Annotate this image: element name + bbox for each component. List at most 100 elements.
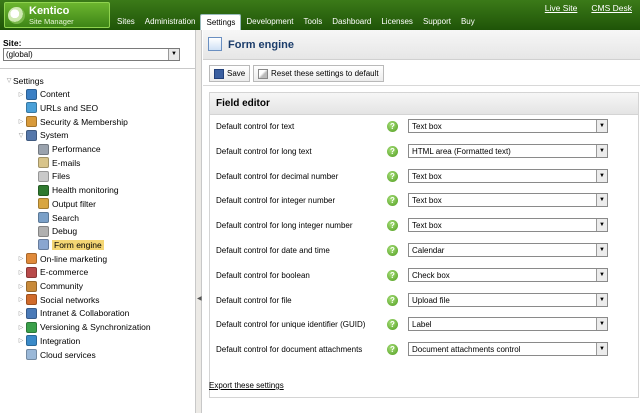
expand-toggle-icon[interactable]: ▷ bbox=[17, 283, 25, 290]
control-select[interactable]: HTML area (Formatted text) ▼ bbox=[408, 143, 608, 158]
nav-tab-sites[interactable]: Sites bbox=[112, 14, 140, 30]
tree-item-urls-and-seo[interactable]: URLs and SEO bbox=[17, 101, 98, 114]
nav-tab-licenses[interactable]: Licenses bbox=[376, 14, 418, 30]
expand-toggle-icon[interactable]: ▷ bbox=[17, 269, 25, 276]
tree-item-security-membership[interactable]: ▷ Security & Membership bbox=[17, 115, 128, 128]
chevron-down-icon[interactable]: ▼ bbox=[596, 194, 607, 207]
export-settings-link[interactable]: Export these settings bbox=[209, 381, 284, 390]
file-icon bbox=[38, 170, 49, 182]
cms-desk-link[interactable]: CMS Desk bbox=[591, 3, 632, 13]
panel-splitter[interactable]: ◀ bbox=[196, 30, 202, 413]
expand-toggle-icon[interactable]: ▷ bbox=[17, 324, 25, 331]
chevron-down-icon[interactable]: ▼ bbox=[596, 318, 607, 331]
tree-item-community[interactable]: ▷ Community bbox=[17, 280, 83, 293]
tree-item-on-line-marketing[interactable]: ▷ On-line marketing bbox=[17, 252, 107, 265]
control-select[interactable]: Calendar ▼ bbox=[408, 243, 608, 257]
control-select[interactable]: Text box ▼ bbox=[408, 193, 608, 208]
tree-item-label: Output filter bbox=[52, 198, 96, 209]
expand-toggle-icon[interactable]: ▷ bbox=[17, 337, 25, 344]
chevron-down-icon[interactable]: ▼ bbox=[168, 49, 179, 60]
setting-row: Default control for date and time? Calend… bbox=[210, 241, 638, 263]
help-icon[interactable]: ? bbox=[387, 121, 398, 132]
setting-row: Default control for file? Upload file ▼ bbox=[210, 291, 638, 313]
nav-tab-dashboard[interactable]: Dashboard bbox=[327, 14, 376, 30]
tree-item-cloud-services[interactable]: Cloud services bbox=[17, 348, 96, 361]
help-icon[interactable]: ? bbox=[387, 269, 398, 281]
help-icon[interactable]: ? bbox=[387, 245, 398, 256]
nav-tab-tools[interactable]: Tools bbox=[299, 14, 328, 30]
nav-tab-settings[interactable]: Settings bbox=[200, 14, 242, 30]
site-selector[interactable]: (global) ▼ bbox=[3, 48, 180, 61]
tree-item-label: Integration bbox=[40, 335, 81, 346]
tree-item-files[interactable]: Files bbox=[29, 170, 70, 183]
tree-item-form-engine[interactable]: Form engine bbox=[29, 238, 104, 251]
setting-label: Default control for long integer number bbox=[216, 221, 353, 231]
help-icon[interactable]: ? bbox=[387, 220, 398, 232]
nav-tab-development[interactable]: Development bbox=[241, 14, 298, 30]
help-icon[interactable]: ? bbox=[387, 294, 398, 306]
reset-button[interactable]: Reset these settings to default bbox=[253, 65, 384, 82]
help-icon[interactable]: ? bbox=[387, 195, 398, 207]
tree-item-search[interactable]: Search bbox=[29, 211, 79, 224]
top-links: Live Site CMS Desk bbox=[545, 3, 632, 13]
envelope-icon bbox=[38, 157, 49, 169]
setting-row: Default control for decimal number? Text … bbox=[210, 167, 638, 189]
help-icon[interactable]: ? bbox=[387, 344, 398, 356]
nav-tab-support[interactable]: Support bbox=[418, 14, 456, 30]
tree-item-label: On-line marketing bbox=[40, 253, 108, 264]
tree-item-intranet-collaboration[interactable]: ▷ Intranet & Collaboration bbox=[17, 307, 129, 320]
tree-item-system[interactable]: ▽ System bbox=[17, 129, 68, 142]
chevron-down-icon[interactable]: ▼ bbox=[596, 343, 607, 356]
control-select[interactable]: Upload file ▼ bbox=[408, 292, 608, 307]
help-icon[interactable]: ? bbox=[387, 145, 398, 157]
tree-item-label: Community bbox=[40, 281, 83, 291]
expand-toggle-icon[interactable]: ▷ bbox=[17, 255, 25, 262]
panel-header: Field editor bbox=[210, 93, 638, 115]
expand-toggle-icon[interactable]: ▷ bbox=[17, 118, 25, 125]
control-select[interactable]: Text box ▼ bbox=[408, 218, 608, 233]
kentico-logo[interactable]: Kentico Site Manager bbox=[4, 2, 110, 28]
control-select[interactable]: Label ▼ bbox=[408, 317, 608, 332]
save-button[interactable]: Save bbox=[209, 65, 251, 82]
divider bbox=[0, 68, 195, 69]
chevron-down-icon[interactable]: ▼ bbox=[596, 268, 607, 281]
control-select[interactable]: Check box ▼ bbox=[408, 267, 608, 282]
tree-item-social-networks[interactable]: ▷ Social networks bbox=[17, 293, 100, 306]
tree-item-debug[interactable]: Debug bbox=[29, 225, 77, 238]
chevron-down-icon[interactable]: ▼ bbox=[596, 219, 607, 232]
tree-item-health-monitoring[interactable]: Health monitoring bbox=[29, 184, 119, 197]
control-select[interactable]: Text box ▼ bbox=[408, 119, 608, 133]
expand-toggle-icon[interactable]: ▷ bbox=[17, 91, 25, 98]
chevron-down-icon[interactable]: ▼ bbox=[596, 144, 607, 157]
search-icon bbox=[38, 212, 49, 223]
control-select-value: Text box bbox=[412, 196, 442, 206]
tree-item-label: Form engine bbox=[52, 239, 104, 250]
control-select[interactable]: Text box ▼ bbox=[408, 168, 608, 183]
nav-tab-buy[interactable]: Buy bbox=[456, 14, 480, 30]
expand-toggle-icon[interactable]: ▽ bbox=[17, 132, 25, 139]
chevron-down-icon[interactable]: ▼ bbox=[596, 244, 607, 256]
help-icon[interactable]: ? bbox=[387, 170, 398, 182]
expand-toggle-icon[interactable]: ▷ bbox=[17, 296, 25, 303]
tree-item-settings[interactable]: ▽ Settings bbox=[5, 74, 44, 87]
collapse-arrow-icon[interactable]: ◀ bbox=[197, 295, 202, 302]
live-site-link[interactable]: Live Site bbox=[545, 3, 578, 13]
help-icon[interactable]: ? bbox=[387, 319, 398, 331]
tree-item-e-commerce[interactable]: ▷ E-commerce bbox=[17, 266, 88, 279]
control-select[interactable]: Document attachments control ▼ bbox=[408, 342, 608, 357]
tree-item-label: E-mails bbox=[52, 157, 81, 168]
chevron-down-icon[interactable]: ▼ bbox=[596, 293, 607, 306]
nav-tab-administration[interactable]: Administration bbox=[140, 14, 201, 30]
tree-item-versioning-synchronization[interactable]: ▷ Versioning & Synchronization bbox=[17, 321, 151, 334]
tree-item-e-mails[interactable]: E-mails bbox=[29, 156, 80, 169]
setting-label: Default control for document attachments bbox=[216, 345, 363, 355]
tree-item-integration[interactable]: ▷ Integration bbox=[17, 334, 80, 347]
tree-item-performance[interactable]: Performance bbox=[29, 143, 101, 156]
tree-item-label: Social networks bbox=[40, 294, 100, 305]
expand-toggle-icon[interactable]: ▷ bbox=[17, 310, 25, 317]
chevron-down-icon[interactable]: ▼ bbox=[596, 120, 607, 132]
expand-toggle-icon[interactable]: ▽ bbox=[5, 77, 13, 84]
tree-item-content[interactable]: ▷ Content bbox=[17, 88, 70, 101]
tree-item-output-filter[interactable]: Output filter bbox=[29, 197, 96, 210]
chevron-down-icon[interactable]: ▼ bbox=[596, 169, 607, 182]
